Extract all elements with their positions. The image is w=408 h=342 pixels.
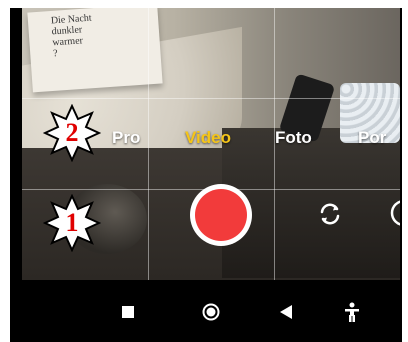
annotation-badge-2: 2	[42, 103, 102, 163]
gallery-thumbnail-icon[interactable]	[388, 198, 400, 228]
mode-video[interactable]: Video	[185, 128, 231, 148]
record-button[interactable]	[190, 184, 252, 246]
recents-square-icon[interactable]	[122, 306, 134, 318]
scene-book-text: Die Nacht dunkler warmer ?	[50, 12, 93, 60]
home-circle-icon[interactable]	[202, 303, 220, 321]
camera-switch-icon[interactable]	[316, 200, 344, 228]
left-edge-bar	[10, 78, 13, 288]
mode-foto[interactable]: Foto	[275, 128, 312, 148]
back-triangle-icon[interactable]	[280, 305, 292, 319]
annotation-number: 1	[65, 208, 79, 237]
scene-book	[27, 8, 163, 93]
annotation-badge-1: 1	[42, 193, 102, 253]
grid-line-horizontal	[22, 98, 400, 99]
record-icon	[195, 189, 247, 241]
system-navigation-bar	[10, 280, 402, 342]
annotation-number: 2	[65, 118, 79, 147]
screenshot-frame: Die Nacht dunkler warmer ? Pro Video Fot…	[10, 8, 402, 342]
mode-portrait[interactable]: Por	[358, 128, 386, 148]
accessibility-icon[interactable]	[344, 302, 360, 322]
mode-pro[interactable]: Pro	[112, 128, 140, 148]
